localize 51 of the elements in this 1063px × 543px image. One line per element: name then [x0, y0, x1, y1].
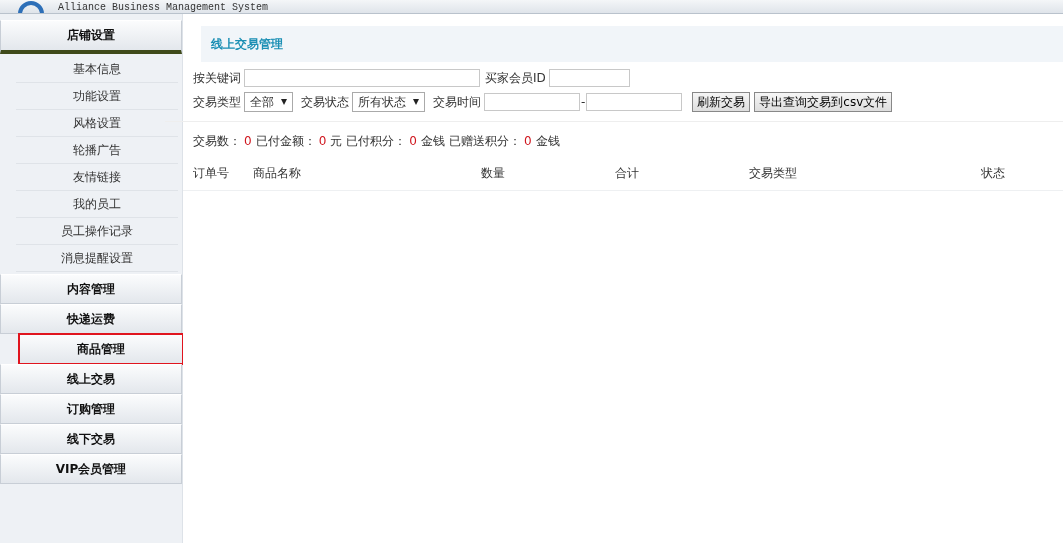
caret-icon	[281, 99, 287, 105]
sidebar-section[interactable]: 内容管理	[0, 274, 182, 304]
trade-status-dropdown[interactable]: 所有状态	[352, 92, 425, 112]
sidebar-section[interactable]: 线下交易	[0, 424, 182, 454]
sidebar-section[interactable]: 线上交易	[0, 364, 182, 394]
column-header: 数量	[481, 165, 506, 182]
sidebar-section[interactable]: 店铺设置	[0, 20, 182, 54]
sidebar-item[interactable]: 风格设置	[16, 110, 178, 137]
column-header: 订单号	[193, 165, 230, 182]
column-header: 交易类型	[749, 165, 798, 182]
start-date-field[interactable]	[484, 93, 580, 111]
stat-label: 已付积分：	[346, 132, 407, 150]
keyword-input-field[interactable]	[244, 69, 480, 87]
panel-title: 线上交易管理	[211, 35, 283, 53]
sidebar-section[interactable]: 商品管理	[19, 334, 183, 364]
stat-label: 交易数：	[193, 132, 241, 150]
date-separator: -	[581, 95, 586, 109]
buyer-id-input-field[interactable]	[548, 69, 630, 87]
sidebar-item[interactable]: 员工操作记录	[16, 218, 178, 245]
column-header: 状态	[981, 165, 1006, 182]
sidebar-section[interactable]: 快递运费	[0, 304, 182, 334]
buyer-id-label: 买家会员ID	[485, 69, 546, 87]
stat-label: 已赠送积分：	[448, 132, 521, 150]
sidebar-section[interactable]: VIP会员管理	[0, 454, 182, 484]
column-header: 商品名称	[253, 165, 302, 182]
caret-icon	[413, 99, 419, 105]
stat-value: 0	[318, 134, 327, 148]
sidebar-item[interactable]: 友情链接	[16, 164, 178, 191]
action-button[interactable]: 导出查询交易到csv文件	[754, 92, 893, 112]
stat-unit: 金钱	[420, 132, 445, 150]
stat-value: 0	[409, 134, 417, 148]
sidebar-item[interactable]: 功能设置	[16, 83, 178, 110]
trade-type-dropdown[interactable]: 全部	[244, 92, 293, 112]
stat-value: 0	[523, 134, 532, 148]
stat-label: 已付金额：	[255, 132, 316, 150]
end-date-field[interactable]	[586, 93, 683, 111]
column-header: 合计	[615, 165, 640, 182]
sidebar-item[interactable]: 我的员工	[16, 191, 178, 218]
trade-status-label: 交易状态	[301, 93, 349, 111]
sidebar-item[interactable]: 消息提醒设置	[16, 245, 178, 272]
trade-type-label: 交易类型	[193, 93, 241, 111]
stat-value: 0	[244, 134, 252, 148]
keyword-label: 按关键词	[193, 69, 241, 87]
sidebar-section[interactable]: 订购管理	[0, 394, 182, 424]
trade-time-label: 交易时间	[433, 93, 481, 111]
stat-unit: 金钱	[535, 132, 560, 150]
action-button[interactable]: 刷新交易	[692, 92, 751, 112]
sidebar-item[interactable]: 轮播广告	[16, 137, 178, 164]
app-subtitle: Alliance Business Management System	[58, 2, 269, 13]
sidebar-item[interactable]: 基本信息	[16, 56, 178, 83]
stat-unit: 元	[330, 132, 343, 150]
